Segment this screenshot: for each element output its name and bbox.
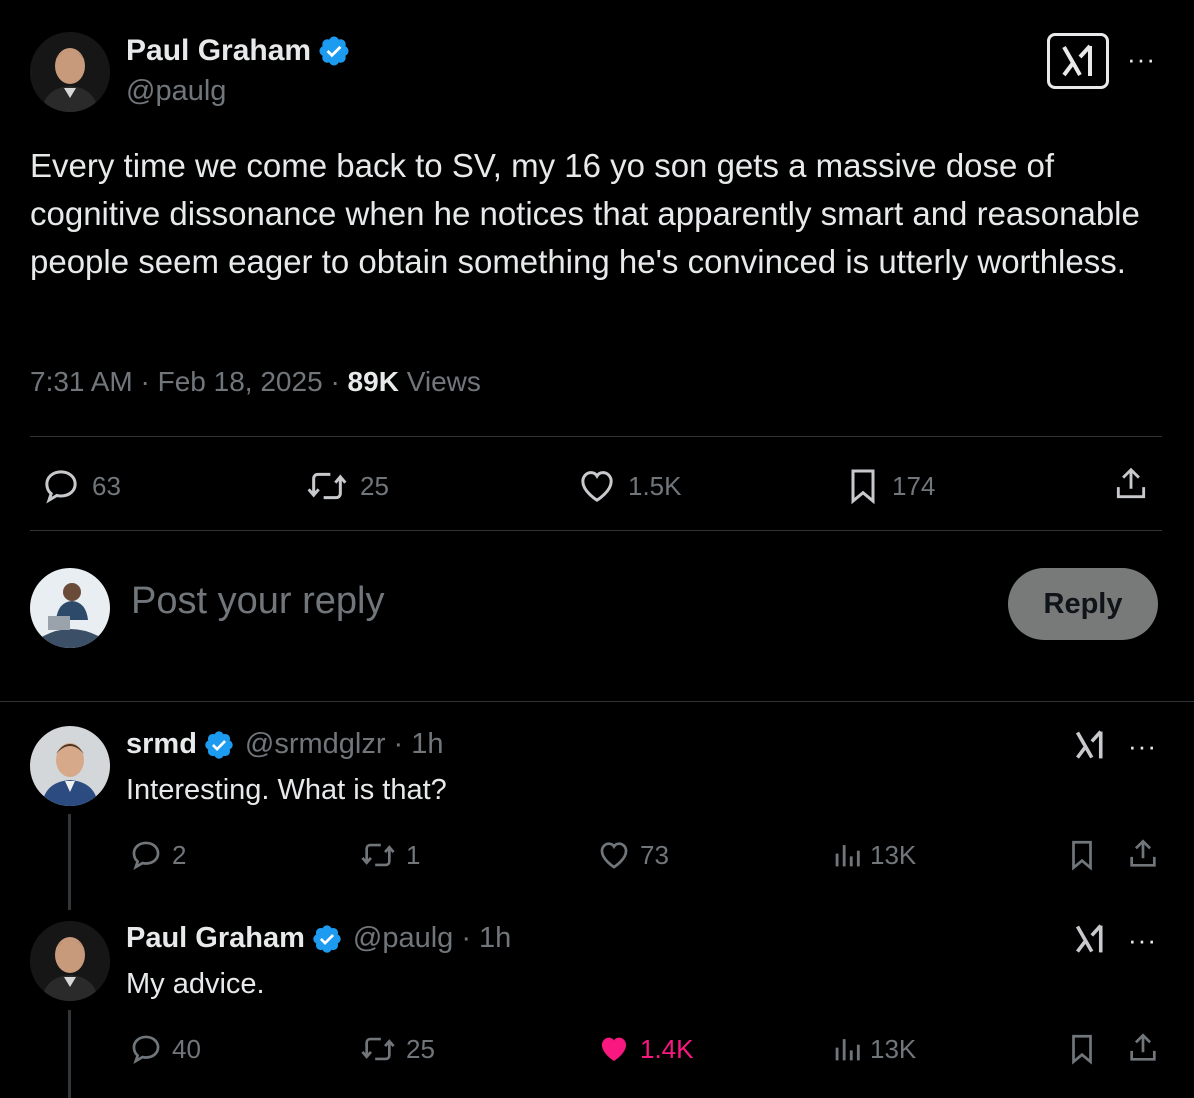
author-name-row: Paul Graham — [126, 34, 351, 68]
divider-composer — [0, 701, 1194, 702]
like-count: 1.4K — [640, 1033, 694, 1064]
like-action[interactable]: 1.5K — [576, 466, 682, 506]
reply-time[interactable]: · 1h — [394, 728, 444, 761]
bookmark-icon — [851, 469, 875, 505]
like-action[interactable]: 73 — [596, 838, 669, 872]
share-action[interactable] — [1112, 464, 1150, 504]
reply-author-name[interactable]: srmd — [126, 728, 197, 761]
reply-icon — [45, 470, 77, 504]
repost-icon — [307, 472, 347, 500]
author-handle[interactable]: @paulg — [126, 75, 226, 108]
like-count: 1.5K — [628, 470, 682, 501]
my-avatar[interactable] — [30, 568, 110, 648]
tweet-text: Every time we come back to SV, my 16 yo … — [30, 147, 1140, 280]
repost-count: 25 — [406, 1033, 435, 1064]
more-icon[interactable]: ··· — [1127, 46, 1156, 72]
like-icon — [581, 471, 613, 502]
reply-author-name[interactable]: Paul Graham — [126, 922, 305, 955]
bookmark-count: 174 — [892, 470, 936, 501]
tweet-time[interactable]: 7:31 AM — [30, 366, 133, 397]
views-count: 13K — [870, 1033, 917, 1064]
repost-count: 1 — [406, 839, 421, 870]
views-count: 13K — [870, 839, 917, 870]
divider-actions — [30, 530, 1162, 531]
author-avatar[interactable] — [30, 32, 110, 112]
reply-action[interactable]: 63 — [40, 466, 121, 506]
reply-time[interactable]: · 1h — [461, 922, 511, 955]
repost-action[interactable]: 25 — [358, 1032, 435, 1066]
views-label: Views — [406, 366, 481, 397]
repost-icon — [361, 843, 395, 867]
reply-action[interactable]: 40 — [128, 1032, 201, 1066]
verified-badge-icon — [313, 924, 341, 953]
repost-action[interactable]: 1 — [358, 838, 420, 872]
reply-count: 63 — [92, 470, 121, 501]
verified-badge-icon — [319, 36, 349, 66]
like-icon — [600, 842, 628, 869]
grok-icon[interactable] — [1073, 728, 1107, 762]
reply-header: srmd @srmdglzr · 1h — [126, 728, 444, 761]
grok-button[interactable] — [1047, 33, 1109, 89]
reply-text: Interesting. What is that? — [126, 774, 447, 806]
tweet-meta: 7:31 AM · Feb 18, 2025 · 89K Views — [30, 366, 481, 398]
meta-separator-2: · — [330, 366, 340, 397]
share-icon — [1116, 467, 1146, 499]
grok-icon — [1062, 44, 1092, 77]
more-icon[interactable]: ··· — [1128, 927, 1157, 953]
views-action[interactable]: 13K — [832, 838, 916, 872]
repost-icon — [361, 1037, 395, 1061]
author-name[interactable]: Paul Graham — [126, 34, 311, 68]
views-icon — [835, 845, 860, 867]
reply-avatar[interactable] — [30, 921, 110, 1001]
thread-line — [68, 1010, 71, 1098]
views-action[interactable]: 13K — [832, 1032, 916, 1066]
share-icon[interactable] — [1126, 837, 1160, 871]
reply-text: My advice. — [126, 968, 265, 1000]
divider-top — [30, 436, 1162, 437]
like-icon-filled — [601, 1037, 627, 1062]
repost-action[interactable]: 25 — [304, 466, 389, 506]
share-icon[interactable] — [1126, 1031, 1160, 1065]
views-count: 89K — [347, 366, 399, 397]
reply-count: 40 — [172, 1033, 201, 1064]
bookmark-icon[interactable] — [1066, 1032, 1098, 1066]
thread-line — [68, 814, 71, 910]
reply-button[interactable]: Reply — [1008, 568, 1158, 640]
reply-icon — [132, 841, 160, 871]
meta-separator: · — [140, 366, 150, 397]
reply-avatar[interactable] — [30, 726, 110, 806]
bookmark-icon[interactable] — [1066, 838, 1098, 872]
bookmark-action[interactable]: 174 — [844, 466, 935, 506]
reply-icon — [132, 1035, 160, 1065]
reply-author-handle[interactable]: @paulg — [353, 922, 453, 955]
reply-count: 2 — [172, 839, 187, 870]
repost-count: 25 — [360, 470, 389, 501]
reply-author-handle[interactable]: @srmdglzr — [245, 728, 386, 761]
reply-action[interactable]: 2 — [128, 838, 186, 872]
tweet-date[interactable]: Feb 18, 2025 — [158, 366, 323, 397]
more-icon[interactable]: ··· — [1128, 733, 1157, 759]
reply-header: Paul Graham @paulg · 1h — [126, 922, 511, 955]
verified-badge-icon — [205, 730, 233, 759]
like-action[interactable]: 1.4K — [596, 1032, 694, 1066]
grok-icon[interactable] — [1073, 922, 1107, 956]
reply-input[interactable]: Post your reply — [131, 580, 384, 623]
like-count: 73 — [640, 839, 669, 870]
views-icon — [835, 1039, 860, 1061]
